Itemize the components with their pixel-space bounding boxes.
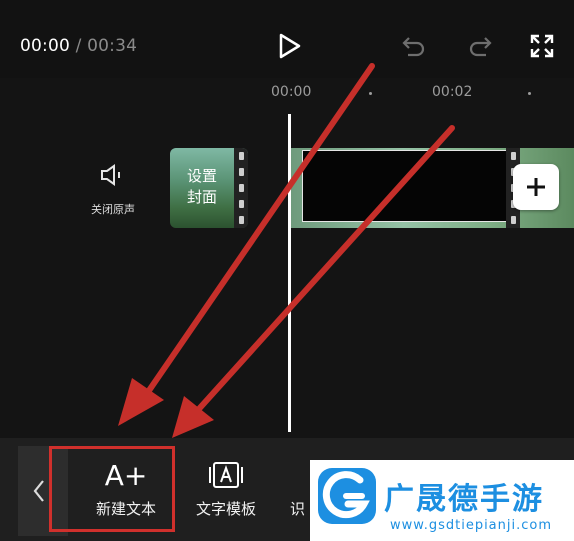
cover-label: 设置 封面 (170, 166, 234, 208)
text-template-label: 文字模板 (195, 500, 256, 518)
top-toolbar: 00:00 / 00:34 (0, 0, 574, 78)
set-cover-button[interactable]: 设置 封面 (170, 148, 248, 228)
play-icon (279, 33, 301, 59)
timecode: 00:00 / 00:34 (20, 36, 137, 56)
text-template-button[interactable]: 文字模板 (180, 456, 272, 519)
play-button[interactable] (270, 26, 310, 66)
mute-label: 关闭原声 (91, 203, 135, 216)
cover-label-line: 封面 (186, 188, 217, 206)
text-template-icon (180, 456, 272, 494)
video-editor-app: 00:00 / 00:34 00:00 00:02 关闭原声 设置 封面 A+ … (0, 0, 574, 541)
playhead[interactable] (288, 114, 291, 432)
plus-icon (527, 178, 545, 196)
ruler-tick (528, 92, 531, 95)
redo-button[interactable] (462, 28, 498, 64)
mute-original-audio-button[interactable]: 关闭原声 (76, 162, 150, 217)
fullscreen-icon (530, 34, 554, 58)
undo-button[interactable] (396, 28, 432, 64)
ruler-tick (369, 92, 372, 95)
brand-logo-icon (318, 468, 376, 524)
chevron-left-icon (33, 480, 44, 502)
redo-icon (469, 37, 492, 57)
selected-clip-frame[interactable] (302, 150, 508, 222)
fullscreen-button[interactable] (524, 28, 560, 64)
watermark-url: www.gsdtiepianji.com (390, 518, 553, 533)
timeline[interactable]: 00:00 00:02 关闭原声 设置 封面 (0, 78, 574, 438)
ruler-time-label: 00:00 (271, 84, 312, 100)
watermark: 广晟德手游 www.gsdtiepianji.com (310, 460, 574, 541)
current-time: 00:00 (20, 36, 70, 56)
film-sprocket-strip (234, 148, 248, 228)
ruler-time-label: 00:02 (432, 84, 473, 100)
time-separator: / (70, 36, 88, 56)
annotation-highlight-box (49, 446, 175, 532)
total-time: 00:34 (87, 36, 138, 56)
add-clip-button[interactable] (513, 164, 559, 210)
watermark-title: 广晟德手游 (384, 482, 544, 517)
undo-icon (402, 37, 425, 57)
speaker-icon (101, 164, 120, 186)
cover-label-line: 设置 (186, 167, 217, 185)
